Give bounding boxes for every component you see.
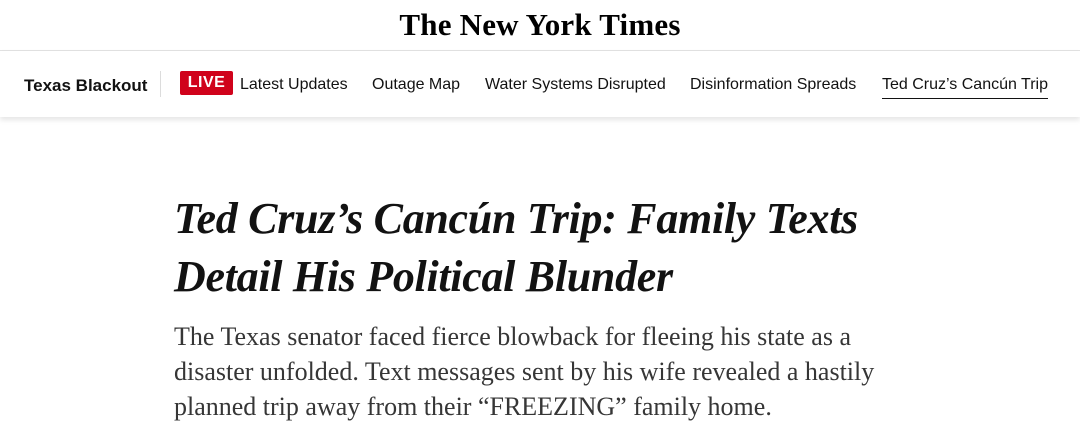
nav-item-latest-updates[interactable]: Latest Updates <box>240 76 348 94</box>
masthead: The New York Times <box>0 0 1080 51</box>
section-subnav: Texas Blackout LIVE Latest Updates Outag… <box>0 51 1080 117</box>
nav-item-outage-map[interactable]: Outage Map <box>372 76 460 94</box>
section-title-link[interactable]: Texas Blackout <box>24 76 147 96</box>
nyt-logo[interactable]: The New York Times <box>0 7 1080 43</box>
nav-divider <box>160 71 161 97</box>
nav-item-water-systems[interactable]: Water Systems Disrupted <box>485 76 666 94</box>
nav-item-disinformation[interactable]: Disinformation Spreads <box>690 76 856 94</box>
nav-item-ted-cruz-trip[interactable]: Ted Cruz’s Cancún Trip <box>882 76 1048 99</box>
article-headline: Ted Cruz’s Cancún Trip: Family Texts Det… <box>174 194 858 301</box>
live-badge[interactable]: LIVE <box>180 71 233 95</box>
article-summary: The Texas senator faced fierce blowback … <box>174 322 875 421</box>
